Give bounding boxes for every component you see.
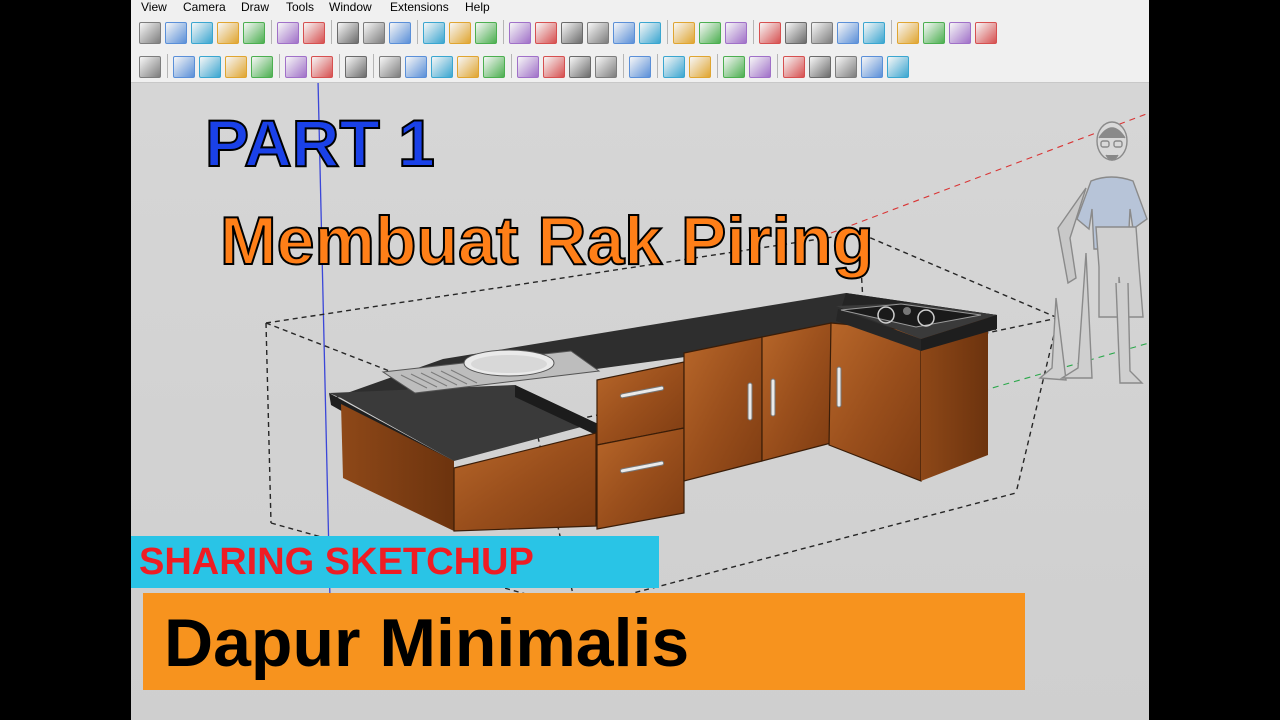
toolbar-separator [167,54,168,78]
settings-icon[interactable] [595,56,617,78]
check-circle-icon[interactable] [303,22,325,44]
back-view-icon[interactable] [613,22,635,44]
message-icon[interactable] [723,56,745,78]
toolbar-row-2 [131,49,1149,83]
teapot-icon[interactable] [337,22,359,44]
material-icon[interactable] [949,22,971,44]
grass-icon[interactable] [975,22,997,44]
protractor-icon[interactable] [785,22,807,44]
main-title: Membuat Rak Piring [219,202,875,280]
toolbar-separator [503,20,504,44]
push-pull-icon[interactable] [783,56,805,78]
door-handle-right [770,378,776,417]
left-view-icon[interactable] [639,22,661,44]
part-title: PART 1 [204,105,436,181]
sound-icon[interactable] [629,56,651,78]
sliders-icon[interactable] [663,56,685,78]
toolbar-row-1 [131,15,1149,49]
toolbar-separator [373,54,374,78]
layer-icon[interactable] [173,56,195,78]
toolbar-separator [667,20,668,44]
layer4-icon[interactable] [251,56,273,78]
menu-extensions[interactable]: Extensions [390,0,449,14]
move-up-icon[interactable] [809,56,831,78]
photo-match-icon[interactable] [389,22,411,44]
goggles-icon[interactable] [517,56,539,78]
add-icon[interactable] [543,56,565,78]
toolbar-separator [331,20,332,44]
refresh-icon[interactable] [405,56,427,78]
window-icon[interactable] [423,22,445,44]
layer2-icon[interactable] [199,56,221,78]
dimension-icon[interactable] [725,22,747,44]
front-view-icon[interactable] [561,22,583,44]
toolbar-separator [279,54,280,78]
rotate-icon[interactable] [835,56,857,78]
toolbar-separator [717,54,718,78]
camera-view-icon[interactable] [449,22,471,44]
right-view-icon[interactable] [587,22,609,44]
scale-icon[interactable] [861,56,883,78]
menu-tools[interactable]: Tools [286,0,314,14]
door-handle-left [747,382,753,421]
iso-view-icon[interactable] [509,22,531,44]
menu-view[interactable]: View [141,0,167,14]
menu-bar: View Camera Draw Tools Window Extensions… [131,0,1149,15]
toolbar-separator [417,20,418,44]
menu-camera[interactable]: Camera [183,0,226,14]
dynamic-icon[interactable] [887,56,909,78]
menu-help[interactable]: Help [465,0,490,14]
subtitle-label: Dapur Minimalis [164,605,690,681]
menu-window[interactable]: Window [329,0,372,14]
toolbar-separator [777,54,778,78]
layer3-icon[interactable] [225,56,247,78]
style-hiddenline-icon[interactable] [217,22,239,44]
component-icon[interactable] [897,22,919,44]
select-tool-icon[interactable] [277,22,299,44]
angle-icon[interactable] [759,22,781,44]
print-icon[interactable] [139,56,161,78]
style-wireframe-icon[interactable] [191,22,213,44]
style-shaded-icon[interactable] [243,22,265,44]
axes-icon[interactable] [811,22,833,44]
channel-label: SHARING SKETCHUP [139,541,534,583]
component-browser-icon[interactable] [431,56,453,78]
toolbar-separator [511,54,512,78]
toolbar-separator [891,20,892,44]
outliner-icon[interactable] [285,56,307,78]
drawer-bottom[interactable] [596,427,685,530]
top-view-icon[interactable] [535,22,557,44]
corner-door-handle [836,366,842,408]
sliders2-icon[interactable] [689,56,711,78]
shadow-icon[interactable] [863,22,885,44]
globe-icon[interactable] [345,56,367,78]
section-fill-icon[interactable] [699,22,721,44]
section-plane-icon[interactable] [673,22,695,44]
menu-draw[interactable]: Draw [241,0,269,14]
info-icon[interactable] [749,56,771,78]
toolbar-separator [753,20,754,44]
camera-icon[interactable] [483,56,505,78]
style-backedges-icon[interactable] [165,22,187,44]
style-xray-icon[interactable] [139,22,161,44]
scale-figure [1038,121,1148,384]
sun-icon[interactable] [837,22,859,44]
shield-icon[interactable] [379,56,401,78]
cabinet-corner-door[interactable] [828,322,922,482]
outliner2-icon[interactable] [311,56,333,78]
style-icon[interactable] [923,22,945,44]
toolbar-separator [339,54,340,78]
lock-icon[interactable] [475,22,497,44]
toolbar-separator [657,54,658,78]
toolbar-separator [623,54,624,78]
scene-save-icon[interactable] [363,22,385,44]
toolbar-separator [271,20,272,44]
flashlight-icon[interactable] [457,56,479,78]
tree-icon[interactable] [569,56,591,78]
